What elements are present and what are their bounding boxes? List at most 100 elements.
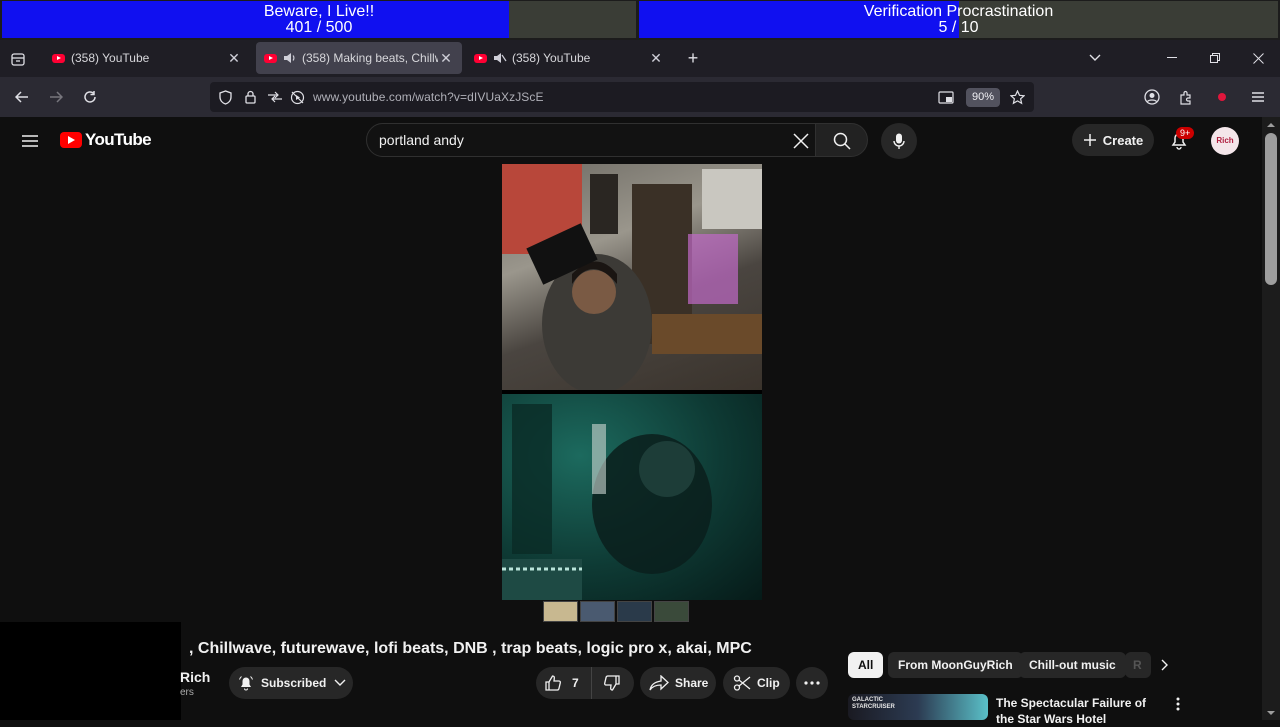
- close-tab-icon[interactable]: ✕: [648, 50, 664, 67]
- bell-icon: [239, 676, 253, 691]
- clip-button[interactable]: Clip: [723, 667, 790, 699]
- youtube-favicon-icon: [52, 53, 65, 63]
- tab-strip: (358) YouTube ✕ (358) Making beats, Chil…: [0, 40, 1280, 77]
- shield-icon[interactable]: [216, 87, 234, 107]
- autoplay-blocked-icon[interactable]: [287, 87, 307, 107]
- recommendation-thumbnail[interactable]: GALACTIC STARCRUISER: [848, 694, 988, 720]
- forward-arrow-icon[interactable]: [46, 87, 66, 107]
- restore-icon[interactable]: [1205, 48, 1225, 68]
- chevron-down-icon[interactable]: [1085, 48, 1105, 68]
- recommendation-title[interactable]: The Spectacular Failure of the Star Wars…: [996, 695, 1166, 727]
- close-tab-icon[interactable]: ✕: [226, 50, 242, 67]
- share-button[interactable]: Share: [640, 667, 716, 699]
- chevron-right-icon[interactable]: [1155, 655, 1175, 675]
- lock-icon[interactable]: [241, 87, 259, 107]
- tab-title: (358) YouTube: [71, 51, 150, 65]
- clear-search-icon[interactable]: [790, 130, 812, 152]
- chevron-down-icon: [334, 679, 346, 686]
- youtube-favicon-icon: [474, 53, 487, 63]
- search-box[interactable]: [366, 123, 816, 157]
- tab-overview-icon[interactable]: [8, 49, 28, 69]
- banner-text: Verification Procrastination 5 / 10: [639, 4, 1278, 36]
- more-vertical-icon[interactable]: [1170, 694, 1186, 714]
- chip-truncated[interactable]: R: [1125, 652, 1151, 678]
- thumbnail[interactable]: [654, 601, 689, 622]
- muted-speaker-icon[interactable]: [493, 52, 507, 64]
- subscriber-count: ers: [180, 687, 194, 698]
- nav-bar: www.youtube.com/watch?v=dIVUaXzJScE 90%: [0, 77, 1280, 117]
- thumbnail-text: GALACTIC STARCRUISER: [852, 697, 895, 710]
- youtube-header: YouTube Create 9+ Rich: [0, 117, 1262, 164]
- video-frame-bottom-camera: [502, 394, 762, 600]
- youtube-logo-text: YouTube: [85, 130, 152, 149]
- create-label: Create: [1102, 132, 1144, 148]
- progress-banners: Beware, I Live!! 401 / 500 Verification …: [0, 0, 1280, 40]
- new-tab-icon[interactable]: +: [683, 48, 703, 68]
- microphone-icon: [889, 131, 909, 151]
- minimize-icon[interactable]: [1162, 48, 1182, 68]
- banner-beware: Beware, I Live!! 401 / 500: [2, 1, 636, 38]
- more-horizontal-icon: [804, 681, 820, 685]
- scroll-down-arrow-icon[interactable]: [1262, 708, 1280, 718]
- video-thumbnails: [543, 601, 689, 622]
- banner-count: 5 / 10: [938, 19, 979, 36]
- back-arrow-icon[interactable]: [12, 87, 32, 107]
- dislike-button[interactable]: [592, 667, 632, 699]
- tab-title: (358) YouTube: [512, 51, 591, 65]
- share-label: Share: [675, 676, 709, 690]
- thumbnail[interactable]: [543, 601, 578, 622]
- url-bar[interactable]: www.youtube.com/watch?v=dIVUaXzJScE 90%: [210, 82, 1034, 112]
- extension-record-icon[interactable]: [1212, 87, 1232, 107]
- like-dislike-group: 7: [536, 667, 634, 699]
- banner-count: 401 / 500: [285, 19, 353, 36]
- thumbnail[interactable]: [617, 601, 652, 622]
- youtube-play-icon: [60, 132, 82, 148]
- like-count: 7: [572, 676, 579, 690]
- extensions-icon[interactable]: [1176, 87, 1196, 107]
- banner-verification: Verification Procrastination 5 / 10: [639, 1, 1278, 38]
- hamburger-menu-icon[interactable]: [1248, 87, 1268, 107]
- create-button[interactable]: Create: [1072, 124, 1154, 156]
- thumbnail[interactable]: [580, 601, 615, 622]
- more-actions-button[interactable]: [796, 667, 828, 699]
- avatar[interactable]: Rich: [1211, 127, 1239, 155]
- youtube-logo[interactable]: YouTube: [60, 130, 152, 150]
- notification-badge: 9+: [1176, 127, 1195, 139]
- tab-youtube-2[interactable]: (358) YouTube ✕: [468, 42, 672, 74]
- share-icon: [649, 675, 669, 691]
- guide-menu-icon[interactable]: [18, 129, 42, 153]
- close-tab-icon[interactable]: ✕: [438, 50, 454, 67]
- picture-in-picture-icon[interactable]: [936, 87, 956, 107]
- bookmark-star-icon[interactable]: [1007, 87, 1027, 107]
- account-icon[interactable]: [1142, 87, 1162, 107]
- search-button[interactable]: [815, 123, 868, 157]
- speaker-icon[interactable]: [283, 52, 297, 64]
- subscribed-button[interactable]: Subscribed: [229, 667, 353, 699]
- voice-search-button[interactable]: [881, 123, 917, 159]
- like-button[interactable]: 7: [536, 667, 592, 699]
- channel-name[interactable]: Rich: [180, 669, 210, 685]
- zoom-level-button[interactable]: 90%: [966, 88, 1000, 107]
- url-text: www.youtube.com/watch?v=dIVUaXzJScE: [313, 90, 544, 104]
- tab-youtube-1[interactable]: (358) YouTube ✕: [46, 42, 250, 74]
- video-frame-top-camera: [502, 164, 762, 390]
- chip-from-moonguyrich[interactable]: From MoonGuyRich: [888, 652, 1023, 678]
- chip-all[interactable]: All: [848, 652, 884, 678]
- video-title: , Chillwave, futurewave, lofi beats, DNB…: [189, 640, 752, 657]
- plus-icon: [1083, 134, 1096, 146]
- chip-chill-out-music[interactable]: Chill-out music: [1019, 652, 1126, 678]
- left-shaded-area: [0, 622, 181, 720]
- scissors-icon: [733, 675, 751, 691]
- scroll-up-arrow-icon[interactable]: [1262, 120, 1280, 130]
- page-scrollbar[interactable]: [1262, 117, 1280, 720]
- search-input[interactable]: [379, 131, 779, 149]
- tab-making-beats[interactable]: (358) Making beats, Chillwave ✕: [256, 42, 462, 74]
- reload-icon[interactable]: [80, 87, 100, 107]
- close-window-icon[interactable]: [1248, 48, 1268, 68]
- video-player[interactable]: [502, 164, 762, 600]
- banner-title: Verification Procrastination: [863, 3, 1054, 20]
- tab-title: (358) Making beats, Chillwave: [302, 51, 438, 65]
- subscribed-label: Subscribed: [261, 676, 327, 690]
- permissions-icon[interactable]: [265, 87, 285, 107]
- scrollbar-thumb[interactable]: [1265, 133, 1277, 285]
